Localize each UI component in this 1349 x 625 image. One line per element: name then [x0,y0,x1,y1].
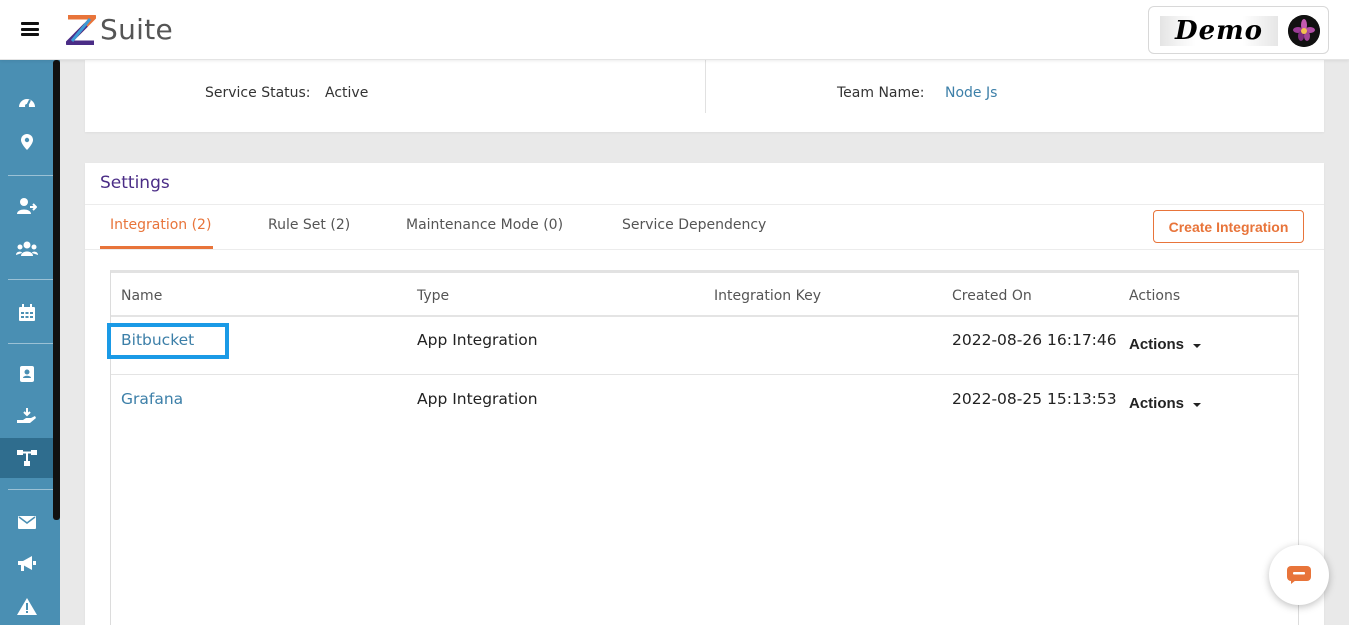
z-logo-icon [66,15,96,45]
integration-created-on: 2022-08-25 15:13:53 [952,390,1117,408]
zsuite-logo[interactable]: Suite [66,14,173,46]
column-header-name[interactable]: Name [121,288,162,304]
tab-maintenance-mode[interactable]: Maintenance Mode (0) [406,217,563,233]
sidebar-divider [8,175,53,176]
location-pin-icon [20,134,33,150]
user-badge-text: Demo [1175,16,1263,46]
sidebar-item-announcements[interactable] [0,544,53,584]
hand-receive-icon [16,407,36,423]
row-actions-label: Actions [1129,395,1185,412]
caret-down-icon [1193,402,1202,407]
title-divider [85,204,1324,205]
sidebar-divider [8,279,53,280]
row-actions-dropdown[interactable]: Actions [1129,395,1202,412]
integrations-table: Name Type Integration Key Created On Act… [107,270,1299,625]
dashboard-icon [18,99,35,108]
service-status-label: Service Status: [205,85,311,101]
sidebar-item-dashboard[interactable] [0,82,53,122]
user-badge-image: Demo [1160,16,1278,46]
sidebar-scrollbar[interactable] [53,60,60,520]
sidebar-divider [8,489,53,490]
integration-name-link[interactable]: Bitbucket [121,331,194,349]
sidebar-item-handoff[interactable] [0,396,53,436]
column-header-integration-key[interactable]: Integration Key [714,288,821,304]
caret-down-icon [1193,343,1202,348]
sidebar-divider [8,343,53,344]
sidebar-item-contacts[interactable] [0,354,53,394]
user-profile-box[interactable]: Demo [1148,6,1329,54]
brand-name: Suite [100,13,174,46]
service-status-value: Active [325,85,369,101]
card-divider [705,60,706,113]
top-header: Suite Demo [0,0,1349,60]
team-name-label: Team Name: [837,85,925,101]
team-name-link[interactable]: Node Js [945,85,997,101]
integration-type: App Integration [417,390,538,408]
warning-icon [16,597,37,615]
sidebar-item-user-assign[interactable] [0,186,53,226]
calendar-icon [18,303,35,321]
row-actions-dropdown[interactable]: Actions [1129,336,1202,353]
sidebar-item-calendar[interactable] [0,292,53,332]
service-info-card: Service Status: Active Team Name: Node J… [85,60,1324,132]
table-row-divider [111,374,1298,375]
hamburger-menu-icon[interactable] [21,22,39,36]
tab-integration[interactable]: Integration (2) [110,217,211,233]
create-integration-button[interactable]: Create Integration [1153,210,1304,243]
avatar[interactable] [1288,15,1320,47]
chat-widget-button[interactable] [1269,545,1329,605]
column-header-type[interactable]: Type [417,288,449,304]
sidebar-item-mail[interactable] [0,502,53,542]
column-header-created-on[interactable]: Created On [952,288,1032,304]
integration-name-link[interactable]: Grafana [121,390,183,408]
contact-book-icon [19,366,34,382]
users-group-icon [15,241,38,256]
sidebar-item-services[interactable] [0,438,53,478]
flower-avatar-icon [1288,15,1320,47]
row-actions-label: Actions [1129,336,1185,353]
user-arrow-icon [16,198,37,214]
sitemap-icon [16,450,37,466]
integration-created-on: 2022-08-26 16:17:46 [952,331,1117,349]
column-header-actions: Actions [1129,288,1181,304]
tab-service-dependency[interactable]: Service Dependency [622,217,766,233]
settings-card: Settings Integration (2) Rule Set (2) Ma… [85,163,1324,625]
tab-rule-set[interactable]: Rule Set (2) [268,217,350,233]
sidebar-item-alerts[interactable] [0,586,53,625]
sidebar-item-location[interactable] [0,122,53,162]
tabs-divider [85,249,1324,250]
sidebar [0,60,60,625]
table-header-divider [111,315,1298,317]
settings-title: Settings [100,173,170,193]
envelope-icon [17,515,36,529]
megaphone-icon [17,556,36,571]
sidebar-item-teams[interactable] [0,228,53,268]
chat-bubble-icon [1287,566,1311,584]
integration-type: App Integration [417,331,538,349]
